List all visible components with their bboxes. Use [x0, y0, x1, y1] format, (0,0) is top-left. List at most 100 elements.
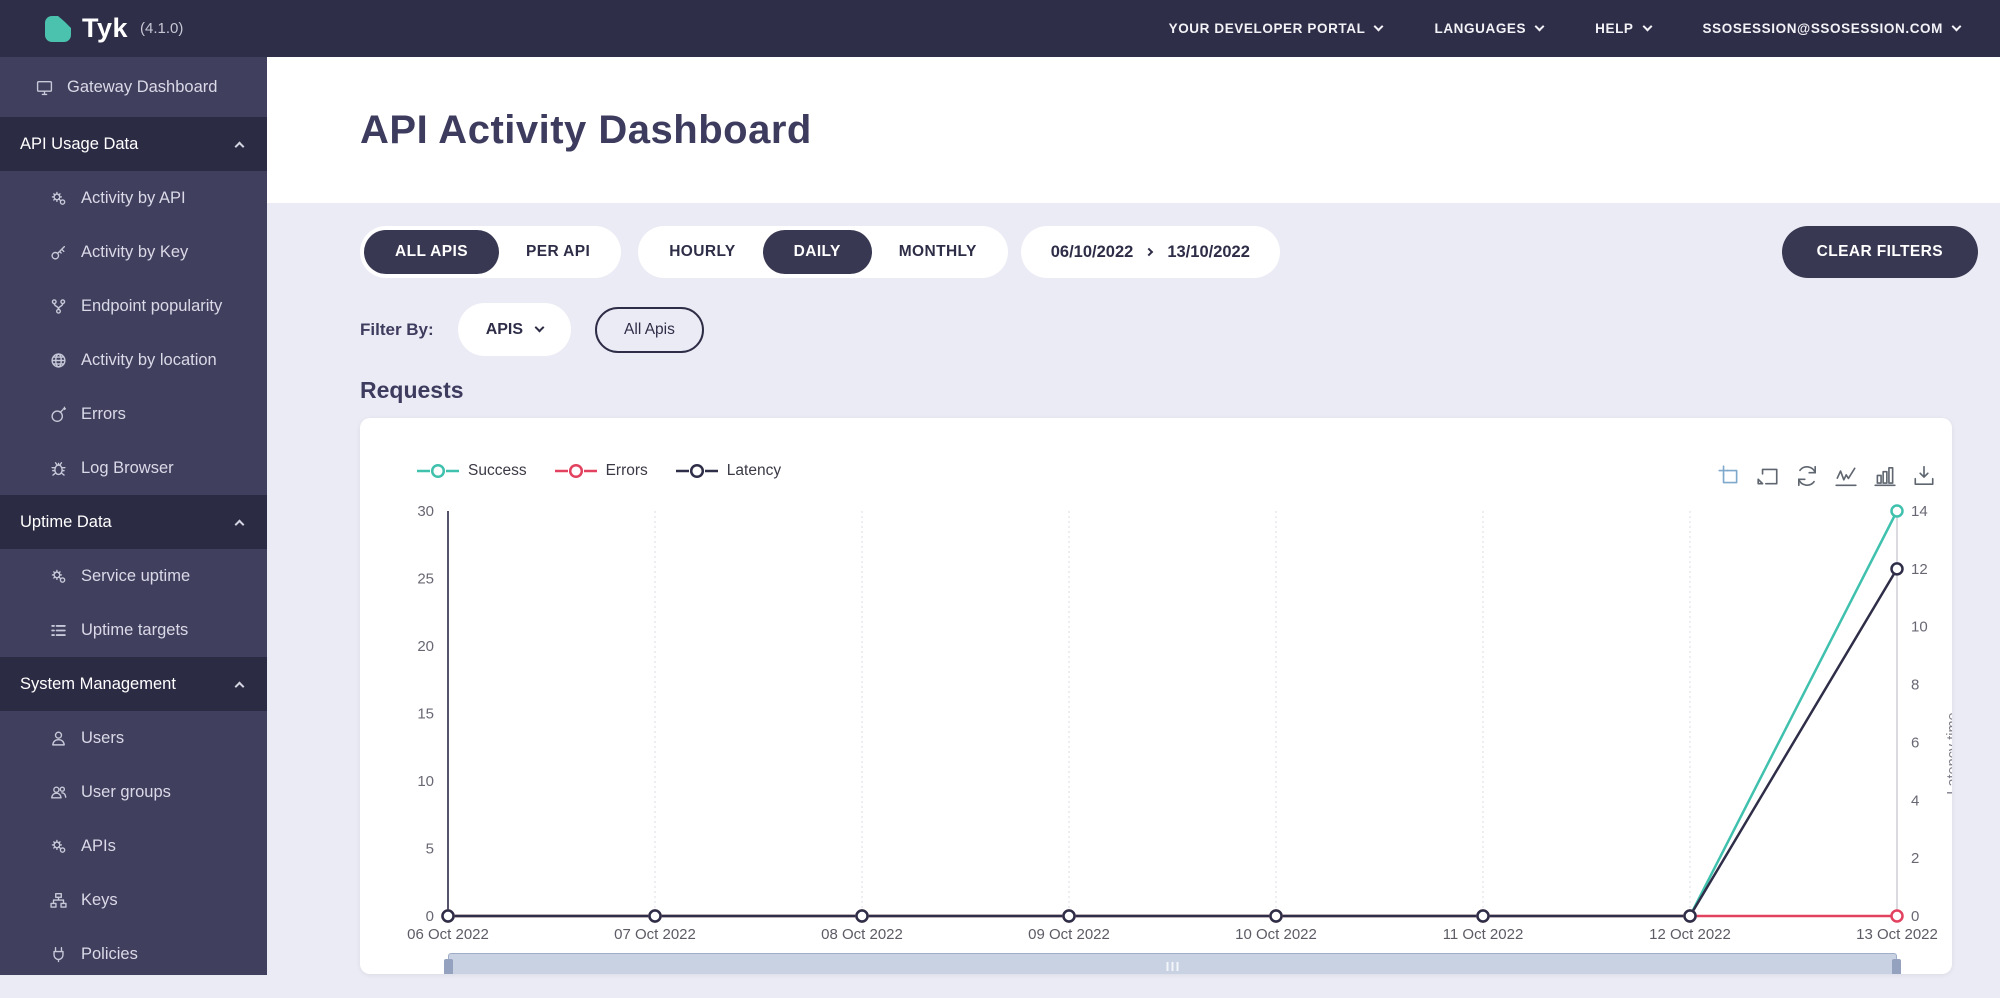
brand: Tyk (4.1.0) — [44, 13, 183, 44]
topbar: Tyk (4.1.0) YOUR DEVELOPER PORTAL LANGUAG… — [0, 0, 2000, 57]
users-icon — [50, 784, 68, 800]
bomb-icon — [50, 406, 68, 422]
clear-filters-button[interactable]: CLEAR FILTERS — [1782, 226, 1978, 278]
svg-text:20: 20 — [417, 638, 434, 655]
apis-dropdown-value: APIS — [486, 321, 523, 339]
sidebar-item-user-groups[interactable]: User groups — [0, 765, 267, 819]
legend-item-errors[interactable]: Errors — [554, 462, 648, 480]
brand-name: Tyk — [82, 13, 128, 44]
sidebar-item-gateway-dashboard[interactable]: Gateway Dashboard — [0, 57, 267, 117]
svg-text:10 Oct 2022: 10 Oct 2022 — [1235, 926, 1317, 943]
sidebar-item-activity-by-api[interactable]: Activity by API — [0, 171, 267, 225]
svg-text:08 Oct 2022: 08 Oct 2022 — [821, 926, 903, 943]
svg-text:10: 10 — [417, 773, 434, 790]
svg-text:10: 10 — [1911, 619, 1928, 636]
sidebar-item-label: Activity by location — [81, 351, 217, 370]
apis-dropdown[interactable]: APIS — [458, 303, 571, 356]
sidebar-item-uptime-targets[interactable]: Uptime targets — [0, 603, 267, 657]
api-scope-toggle: ALL APISPER API — [360, 226, 621, 278]
cogs-icon — [50, 838, 68, 854]
segment-daily[interactable]: DAILY — [763, 230, 872, 274]
sidebar-item-endpoint-popularity[interactable]: Endpoint popularity — [0, 279, 267, 333]
sidebar-item-service-uptime[interactable]: Service uptime — [0, 549, 267, 603]
sidebar: Gateway Dashboard API Usage Data Activity … — [0, 57, 267, 975]
globe-icon — [50, 352, 68, 368]
sidebar-item-policies[interactable]: Policies — [0, 927, 267, 975]
topnav: YOUR DEVELOPER PORTAL LANGUAGES HELP SSOSES… — [1169, 21, 1960, 36]
chevron-up-icon — [235, 141, 245, 151]
chevron-down-icon — [1952, 22, 1962, 32]
nav-item-help[interactable]: HELP — [1595, 21, 1650, 36]
date-to: 13/10/2022 — [1167, 243, 1250, 262]
svg-text:Latency time: Latency time — [1945, 712, 1952, 794]
page-title: API Activity Dashboard — [360, 108, 812, 153]
nav-item-ssosession-ssosession-com[interactable]: SSOSESSION@SSOSESSION.COM — [1703, 21, 1960, 36]
branch-icon — [50, 298, 68, 314]
restore-icon[interactable] — [1795, 464, 1819, 488]
sidebar-section-api-usage-data[interactable]: API Usage Data — [0, 117, 267, 171]
nav-item-languages[interactable]: LANGUAGES — [1434, 21, 1543, 36]
gears-icon — [50, 190, 68, 206]
sidebar-item-activity-by-location[interactable]: Activity by location — [0, 333, 267, 387]
user-icon — [50, 730, 68, 746]
sidebar-section-label: System Management — [20, 675, 176, 694]
sidebar-section-uptime-data[interactable]: Uptime Data — [0, 495, 267, 549]
datazoom-slider[interactable] — [448, 953, 1897, 974]
svg-text:0: 0 — [426, 908, 434, 925]
all-apis-chip[interactable]: All Apis — [595, 307, 704, 353]
chevron-up-icon — [235, 681, 245, 691]
bar-chart-icon[interactable] — [1873, 464, 1897, 488]
slider-grip-icon[interactable] — [1166, 962, 1179, 971]
segment-monthly[interactable]: MONTHLY — [872, 230, 1004, 274]
legend-label: Latency — [727, 462, 781, 480]
tyk-logo-icon — [44, 15, 72, 43]
svg-text:4: 4 — [1911, 792, 1919, 809]
requests-line-chart[interactable]: 05101520253002468101214Latency time06 Oc… — [360, 418, 1952, 953]
filter-row: ALL APISPER API HOURLYDAILYMONTHLY 06/10… — [360, 226, 2000, 278]
segment-per-api[interactable]: PER API — [499, 230, 617, 274]
segment-hourly[interactable]: HOURLY — [642, 230, 762, 274]
svg-text:5: 5 — [426, 841, 434, 858]
svg-text:8: 8 — [1911, 677, 1919, 694]
legend-marker-icon — [416, 463, 460, 479]
chart-legend: Success Errors Latency — [416, 462, 781, 480]
sidebar-item-keys[interactable]: Keys — [0, 873, 267, 927]
nav-item-your-developer-portal[interactable]: YOUR DEVELOPER PORTAL — [1169, 21, 1383, 36]
sidebar-item-errors[interactable]: Errors — [0, 387, 267, 441]
sidebar-item-label: APIs — [81, 837, 116, 856]
svg-text:0: 0 — [1911, 908, 1919, 925]
legend-marker-icon — [675, 463, 719, 479]
sidebar-item-label: Keys — [81, 891, 118, 910]
svg-text:07 Oct 2022: 07 Oct 2022 — [614, 926, 696, 943]
sidebar-item-users[interactable]: Users — [0, 711, 267, 765]
download-icon[interactable] — [1912, 464, 1936, 488]
gears-icon — [50, 568, 68, 584]
sitemap-icon — [50, 892, 68, 908]
sidebar-item-label: Activity by Key — [81, 243, 188, 262]
filter-by-label: Filter By: — [360, 320, 434, 340]
segment-all-apis[interactable]: ALL APIS — [364, 230, 499, 274]
legend-item-latency[interactable]: Latency — [675, 462, 781, 480]
zoom-select-icon[interactable] — [1717, 464, 1741, 488]
svg-text:25: 25 — [417, 571, 434, 588]
sidebar-item-log-browser[interactable]: Log Browser — [0, 441, 267, 495]
sidebar-item-apis[interactable]: APIs — [0, 819, 267, 873]
plug-icon — [50, 946, 68, 962]
sidebar-item-label: Errors — [81, 405, 126, 424]
date-range-picker[interactable]: 06/10/2022 13/10/2022 — [1021, 226, 1280, 278]
legend-label: Errors — [606, 462, 648, 480]
legend-item-success[interactable]: Success — [416, 462, 527, 480]
main-area: API Activity Dashboard ALL APISPER API H… — [267, 57, 2000, 975]
sidebar-section-system-management[interactable]: System Management — [0, 657, 267, 711]
sidebar-item-label: Gateway Dashboard — [67, 78, 217, 97]
sidebar-item-label: Uptime targets — [81, 621, 188, 640]
sidebar-item-activity-by-key[interactable]: Activity by Key — [0, 225, 267, 279]
svg-text:2: 2 — [1911, 850, 1919, 867]
svg-text:6: 6 — [1911, 734, 1919, 751]
granularity-toggle: HOURLYDAILYMONTHLY — [638, 226, 1008, 278]
zoom-reset-icon[interactable] — [1756, 464, 1780, 488]
svg-text:06 Oct 2022: 06 Oct 2022 — [407, 926, 489, 943]
sidebar-item-label: Log Browser — [81, 459, 174, 478]
sidebar-item-label: Activity by API — [81, 189, 186, 208]
line-chart-icon[interactable] — [1834, 464, 1858, 488]
